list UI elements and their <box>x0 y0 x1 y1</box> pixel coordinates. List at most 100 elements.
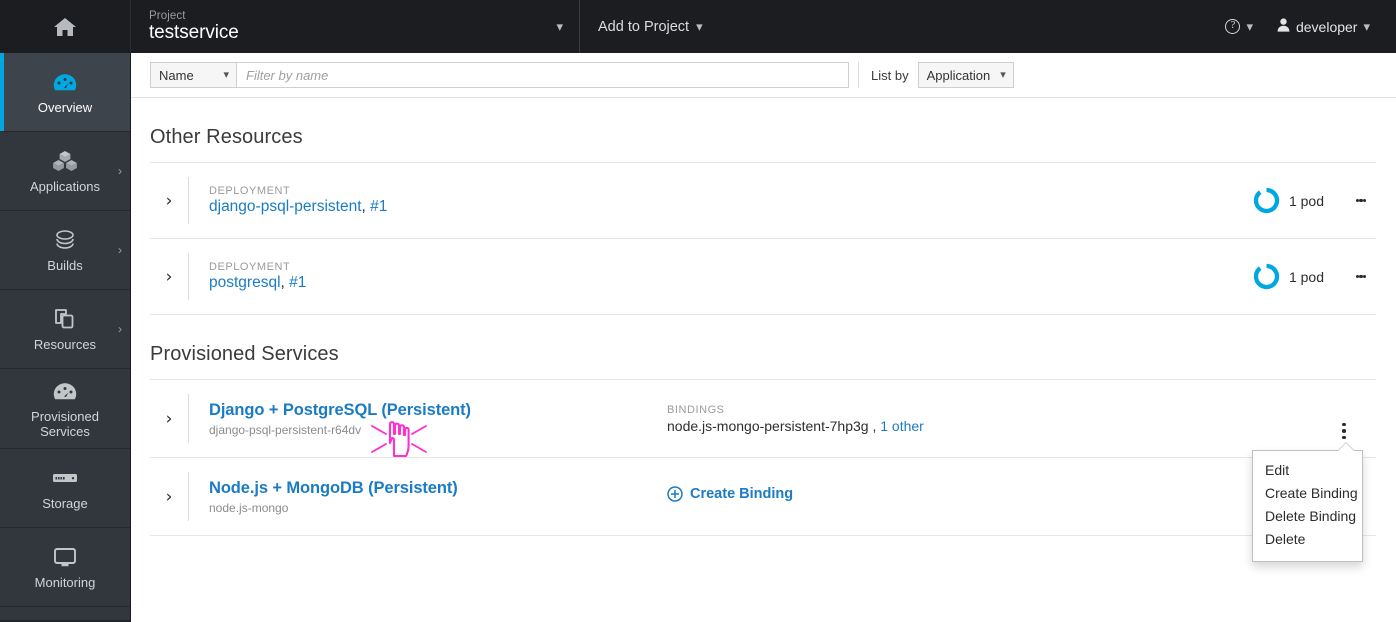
sidebar-item-monitoring[interactable]: Monitoring <box>0 528 130 607</box>
chevron-down-icon: ▾ <box>223 68 229 81</box>
row-actions-kebab[interactable] <box>1348 273 1374 280</box>
resource-name-link[interactable]: postgresql, #1 <box>209 274 1253 292</box>
pod-ring-icon <box>1253 187 1280 214</box>
sidebar-item-storage[interactable]: Storage <box>0 449 130 528</box>
row-main: DEPLOYMENT django-psql-persistent, #1 <box>189 185 1253 216</box>
user-name: developer <box>1295 18 1358 35</box>
service-main: Django + PostgreSQL (Persistent) django-… <box>189 401 659 437</box>
help-menu[interactable]: ? ▾ <box>1215 0 1263 53</box>
project-name: testservice <box>149 22 239 44</box>
create-binding-label: Create Binding <box>690 486 794 502</box>
list-by-value: Application <box>926 67 991 83</box>
content-body: Other Resources › DEPLOYMENT django-psql… <box>131 98 1396 536</box>
dropdown-caret <box>1338 443 1354 451</box>
gauge-icon <box>53 69 77 95</box>
list-by-group: List by Application ▾ <box>858 62 1014 88</box>
project-selector[interactable]: Project testservice ▾ <box>131 0 580 53</box>
menu-item-create-binding[interactable]: Create Binding <box>1253 482 1362 505</box>
pod-count: 1 pod <box>1288 268 1324 285</box>
name-separator: , <box>361 198 371 215</box>
storage-icon <box>52 465 78 491</box>
menu-item-edit[interactable]: Edit <box>1253 459 1362 482</box>
table-row[interactable]: › Node.js + MongoDB (Persistent) node.js… <box>150 458 1376 536</box>
resource-version: #1 <box>289 274 307 291</box>
table-row[interactable]: › Django + PostgreSQL (Persistent) djang… <box>150 380 1376 458</box>
service-title-link[interactable]: Django + PostgreSQL (Persistent) <box>209 401 659 420</box>
service-bindings: BINDINGS node.js-mongo-persistent-7hp3g … <box>659 404 1376 434</box>
openshift-console: Project testservice ▾ Add to Project ▾ ?… <box>0 0 1396 622</box>
project-text: Project testservice <box>149 9 239 44</box>
menu-item-delete[interactable]: Delete <box>1253 528 1362 551</box>
resource-version: #1 <box>370 198 388 215</box>
binding-name: node.js-mongo-persistent-7hp3g , <box>667 417 877 434</box>
sidebar-item-label: Resources <box>33 337 97 352</box>
pod-status-group[interactable]: 1 pod <box>1253 263 1324 290</box>
user-menu[interactable]: developer ▾ <box>1267 0 1380 53</box>
chevron-right-icon: › <box>118 164 122 178</box>
bindings-label: BINDINGS <box>667 403 725 416</box>
bindings-value: node.js-mongo-persistent-7hp3g , 1 other <box>667 418 1376 434</box>
row-main: DEPLOYMENT postgresql, #1 <box>189 261 1253 292</box>
name-separator: , <box>280 274 290 291</box>
layers-icon <box>52 227 78 253</box>
expand-toggle[interactable]: › <box>150 267 188 287</box>
sidebar-item-resources[interactable]: Resources › <box>0 290 130 369</box>
expand-toggle[interactable]: › <box>150 487 188 507</box>
sidebar-item-builds[interactable]: Builds › <box>0 211 130 290</box>
sidebar-item-label: Applications <box>29 179 101 194</box>
expand-toggle[interactable]: › <box>150 409 188 429</box>
chevron-down-icon: ▾ <box>556 19 563 34</box>
resource-kind: DEPLOYMENT <box>209 261 291 273</box>
service-title-link[interactable]: Node.js + MongoDB (Persistent) <box>209 479 659 498</box>
sidebar-item-label: Provisioned Services <box>31 409 99 439</box>
chevron-down-icon: ▾ <box>1000 68 1006 81</box>
resource-name: postgresql <box>209 274 281 291</box>
pod-ring-icon <box>1253 263 1280 290</box>
add-to-project-button[interactable]: Add to Project ▾ <box>580 0 721 53</box>
chevron-down-icon: ▾ <box>1246 19 1253 34</box>
service-actions-kebab[interactable] <box>1336 421 1352 441</box>
list-by-select[interactable]: Application ▾ <box>917 62 1014 88</box>
sidebar-item-label: Monitoring <box>34 575 96 590</box>
top-navbar: Project testservice ▾ Add to Project ▾ ?… <box>0 0 1396 53</box>
filter-toolbar: Name ▾ List by Application ▾ <box>131 53 1396 98</box>
cubes-icon <box>52 148 78 174</box>
pod-status-group[interactable]: 1 pod <box>1253 187 1324 214</box>
sidebar-item-label: Overview <box>37 100 93 115</box>
service-instance-name: node.js-mongo <box>209 500 289 515</box>
sidebar-item-overview[interactable]: Overview <box>0 53 130 132</box>
section-title-provisioned-services: Provisioned Services <box>150 343 339 365</box>
binding-other-link[interactable]: 1 other <box>880 418 924 434</box>
expand-toggle[interactable]: › <box>150 191 188 211</box>
home-button[interactable] <box>0 0 131 53</box>
chevron-right-icon: › <box>118 322 122 336</box>
search-input[interactable] <box>236 62 849 88</box>
copy-icon <box>53 306 77 332</box>
pod-count: 1 pod <box>1288 192 1324 209</box>
service-instance-name: django-psql-persistent-r64dv <box>209 422 362 437</box>
sidebar-item-applications[interactable]: Applications › <box>0 132 130 211</box>
row-actions-kebab[interactable] <box>1348 197 1374 204</box>
table-row[interactable]: › DEPLOYMENT django-psql-persistent, #1 … <box>150 163 1376 239</box>
sidebar-item-label: Storage <box>42 496 88 511</box>
resource-name: django-psql-persistent <box>209 198 362 215</box>
filter-type-value: Name <box>159 67 194 83</box>
sidebar-item-provisioned-services[interactable]: Provisioned Services <box>0 369 130 449</box>
sidebar-item-label: Builds <box>47 258 83 273</box>
help-icon: ? <box>1225 19 1241 34</box>
chevron-right-icon: › <box>118 243 122 257</box>
home-icon <box>53 16 77 38</box>
filter-type-select[interactable]: Name ▾ <box>150 62 236 88</box>
table-row[interactable]: › DEPLOYMENT postgresql, #1 1 pod <box>150 239 1376 315</box>
menu-item-delete-binding[interactable]: Delete Binding <box>1253 505 1362 528</box>
section-title-other-resources: Other Resources <box>150 126 303 148</box>
resource-name-link[interactable]: django-psql-persistent, #1 <box>209 198 1253 216</box>
monitor-icon <box>53 544 77 570</box>
create-binding-button[interactable]: Create Binding <box>667 486 793 502</box>
add-to-project-label: Add to Project <box>598 18 690 35</box>
chevron-down-icon: ▾ <box>696 19 703 34</box>
actions-dropdown-menu: Edit Create Binding Delete Binding Delet… <box>1252 442 1363 562</box>
main-content: Name ▾ List by Application ▾ Other Resou… <box>131 53 1396 622</box>
project-label: Project <box>149 9 186 22</box>
user-icon <box>1277 18 1290 35</box>
